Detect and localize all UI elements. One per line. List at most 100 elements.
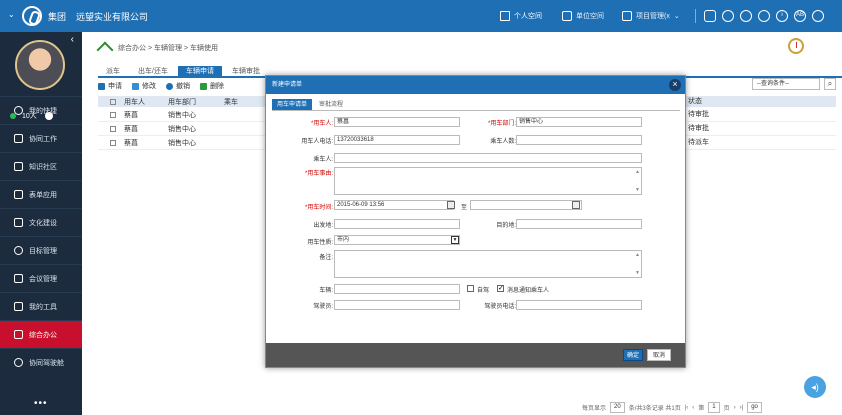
driver-phone-label: 驾驶员电话: bbox=[484, 304, 516, 310]
nav-unit-space[interactable]: 单位空间 bbox=[562, 6, 604, 26]
from-label: 出发地: bbox=[313, 223, 333, 229]
calendar-icon[interactable] bbox=[447, 201, 455, 209]
vehicle-label: 车辆: bbox=[319, 288, 333, 294]
per-page-select[interactable]: 20 bbox=[610, 402, 625, 413]
status-cell: 待审批 bbox=[682, 108, 836, 122]
company-name: 远望实业有限公司 bbox=[76, 12, 149, 22]
sidebar-item-cockpit[interactable]: 协同驾驶舱 bbox=[0, 348, 82, 376]
collapse-chevron-icon[interactable]: ‹ bbox=[71, 34, 74, 45]
dialog-footer: 确定 取消 bbox=[266, 343, 685, 367]
sidebar-item-meetings[interactable]: 会议管理 bbox=[0, 264, 82, 292]
last-page-icon[interactable]: ›| bbox=[740, 405, 744, 411]
search-icon[interactable] bbox=[722, 10, 734, 22]
apply-button[interactable]: 申请 bbox=[98, 81, 122, 91]
cancel-button[interactable]: 取消 bbox=[647, 349, 671, 361]
row-checkbox[interactable] bbox=[110, 139, 116, 146]
driver-phone-field[interactable] bbox=[516, 300, 642, 310]
menu-chevron-icon[interactable]: ⌄ bbox=[8, 10, 15, 19]
prev-page-icon[interactable]: ‹ bbox=[692, 405, 694, 411]
row-checkbox[interactable] bbox=[110, 111, 116, 118]
nature-select[interactable]: 市内 bbox=[334, 235, 460, 245]
query-condition-select[interactable]: --查询条件-- bbox=[752, 78, 820, 90]
avatar[interactable] bbox=[15, 40, 65, 90]
scroll-down-icon[interactable]: ▼ bbox=[635, 270, 640, 276]
page-input[interactable]: 1 bbox=[708, 402, 720, 413]
tab-checkout-return[interactable]: 出车/还车 bbox=[130, 66, 176, 76]
phone-field[interactable]: 13720033618 bbox=[334, 135, 460, 145]
tab-dispatch[interactable]: 派车 bbox=[98, 66, 128, 76]
sidebar-item-tools[interactable]: 我的工具 bbox=[0, 292, 82, 320]
user-field[interactable]: 蔡菖 bbox=[334, 117, 460, 127]
group-label: 集团 bbox=[48, 12, 67, 22]
reason-textarea[interactable]: ▲ ▼ bbox=[334, 167, 642, 195]
toolbar: 申请 修改 撤销 删除 bbox=[98, 81, 224, 91]
home-icon[interactable] bbox=[98, 42, 112, 54]
sidebar-item-culture[interactable]: 文化建设 bbox=[0, 208, 82, 236]
remark-textarea[interactable]: ▲ ▼ bbox=[334, 250, 642, 278]
nav-personal-space[interactable]: 个人空间 bbox=[500, 6, 542, 26]
status-cell: 待审批 bbox=[682, 122, 836, 136]
remark-label: 备注: bbox=[319, 255, 333, 261]
sidebar-item-goals[interactable]: 目标管理 bbox=[0, 236, 82, 264]
chevron-down-icon[interactable]: ▼ bbox=[451, 236, 459, 244]
message-icon[interactable] bbox=[758, 10, 770, 22]
withdraw-button[interactable]: 撤销 bbox=[166, 81, 190, 91]
tab-request-form[interactable]: 用车申请单 bbox=[272, 99, 313, 110]
calendar-icon[interactable] bbox=[572, 201, 580, 209]
scroll-down-icon[interactable]: ▼ bbox=[635, 187, 640, 193]
speaker-icon[interactable]: ◂) bbox=[804, 376, 826, 398]
scroll-up-icon[interactable]: ▲ bbox=[635, 252, 640, 258]
chat-icon[interactable] bbox=[740, 10, 752, 22]
notify-passenger-checkbox[interactable] bbox=[497, 284, 504, 292]
office-icon bbox=[14, 330, 23, 339]
sidebar-item-collaboration[interactable]: 协同工作 bbox=[0, 124, 82, 152]
nav-project-management[interactable]: 项目管理(x ⌄ bbox=[622, 6, 680, 26]
book-icon bbox=[14, 162, 23, 171]
divider bbox=[695, 9, 696, 23]
new-request-dialog: 新建申请单 × 用车申请单 审批流程 *用车人: 蔡菖 *用车部门: 销售中心 … bbox=[265, 75, 686, 368]
top-bar: ⌄ 集团 远望实业有限公司 个人空间 单位空间 项目管理(x ⌄ i AB bbox=[0, 0, 842, 32]
next-page-icon[interactable]: › bbox=[734, 405, 736, 411]
dest-field[interactable] bbox=[516, 219, 642, 229]
edit-icon bbox=[132, 82, 139, 90]
search-icon[interactable]: ⌕ bbox=[824, 78, 836, 90]
col-passenger: 乘车 bbox=[224, 98, 238, 106]
info-icon[interactable]: i bbox=[776, 10, 788, 22]
settings-icon[interactable] bbox=[812, 10, 824, 22]
vehicle-field[interactable] bbox=[334, 284, 460, 294]
tab-vehicle-request[interactable]: 车辆申请 bbox=[177, 66, 222, 76]
user-label: *用车人: bbox=[310, 121, 333, 127]
dept-field[interactable]: 销售中心 bbox=[516, 117, 642, 127]
select-all-checkbox[interactable] bbox=[110, 98, 116, 105]
tab-approval-flow[interactable]: 审批流程 bbox=[314, 99, 348, 110]
scroll-up-icon[interactable]: ▲ bbox=[635, 169, 640, 175]
go-button[interactable]: go bbox=[747, 402, 762, 413]
query-area: --查询条件-- ⌕ bbox=[752, 78, 836, 90]
passenger-field[interactable] bbox=[334, 153, 642, 163]
withdraw-icon bbox=[166, 82, 173, 90]
sidebar-item-office[interactable]: 综合办公 bbox=[0, 320, 82, 348]
driver-field[interactable] bbox=[334, 300, 460, 310]
grid-apps-icon[interactable] bbox=[704, 10, 716, 22]
edit-button[interactable]: 修改 bbox=[132, 81, 156, 91]
self-drive-checkbox[interactable] bbox=[467, 285, 474, 292]
sidebar-item-shortcuts[interactable]: 我的快捷 bbox=[0, 96, 82, 124]
more-icon[interactable]: ••• bbox=[34, 398, 48, 409]
delete-button[interactable]: 删除 bbox=[200, 81, 224, 91]
end-time-field[interactable] bbox=[470, 200, 582, 210]
ab-icon[interactable]: AB bbox=[794, 10, 806, 22]
sidebar-item-knowledge[interactable]: 知识社区 bbox=[0, 152, 82, 180]
first-page-icon[interactable]: |‹ bbox=[685, 405, 689, 411]
close-icon[interactable]: × bbox=[669, 79, 681, 91]
dest-label: 目的地: bbox=[496, 223, 516, 229]
col-status: 状态 bbox=[682, 96, 836, 107]
row-checkbox[interactable] bbox=[110, 125, 116, 132]
phone-label: 用车人电话: bbox=[301, 139, 333, 145]
from-field[interactable] bbox=[334, 219, 460, 229]
form-icon bbox=[14, 190, 23, 199]
ok-button[interactable]: 确定 bbox=[623, 349, 643, 361]
sidebar-item-forms[interactable]: 表单应用 bbox=[0, 180, 82, 208]
start-time-field[interactable]: 2015-06-09 13:56 bbox=[334, 200, 454, 210]
tab-vehicle-approval[interactable]: 车辆审批 bbox=[224, 66, 268, 76]
passengers-count-field[interactable] bbox=[516, 135, 642, 145]
